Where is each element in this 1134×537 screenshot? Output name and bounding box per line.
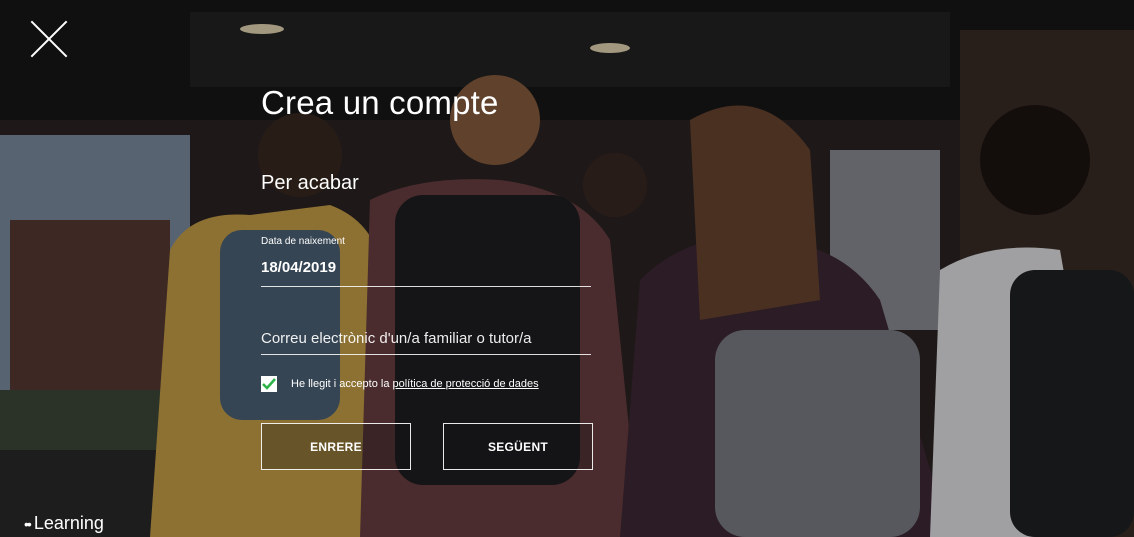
brand-logo: •• Learning xyxy=(24,513,104,534)
dob-field[interactable]: 18/04/2019 xyxy=(261,256,591,287)
page-title: Crea un compte xyxy=(261,84,499,121)
consent-text: He llegit i accepto la xyxy=(291,378,390,390)
privacy-consent: He llegit i accepto la política de prote… xyxy=(261,376,539,392)
page-subtitle: Per acabar xyxy=(261,172,359,194)
brand-dots-icon: •• xyxy=(24,515,32,532)
back-button[interactable]: ENRERE xyxy=(261,423,411,470)
dob-value: 18/04/2019 xyxy=(261,259,337,276)
guardian-email-input[interactable] xyxy=(261,324,591,352)
next-button[interactable]: SEGÜENT xyxy=(443,423,593,470)
close-icon[interactable] xyxy=(28,18,70,60)
signup-screen: Crea un compte Per acabar Data de naixem… xyxy=(0,0,1134,537)
guardian-email-field[interactable] xyxy=(261,324,591,355)
check-icon xyxy=(262,378,276,390)
consent-checkbox[interactable] xyxy=(261,376,277,392)
privacy-policy-link[interactable]: política de protecció de dades xyxy=(392,378,538,390)
dob-label: Data de naixement xyxy=(261,236,345,247)
brand-name: Learning xyxy=(33,513,104,533)
